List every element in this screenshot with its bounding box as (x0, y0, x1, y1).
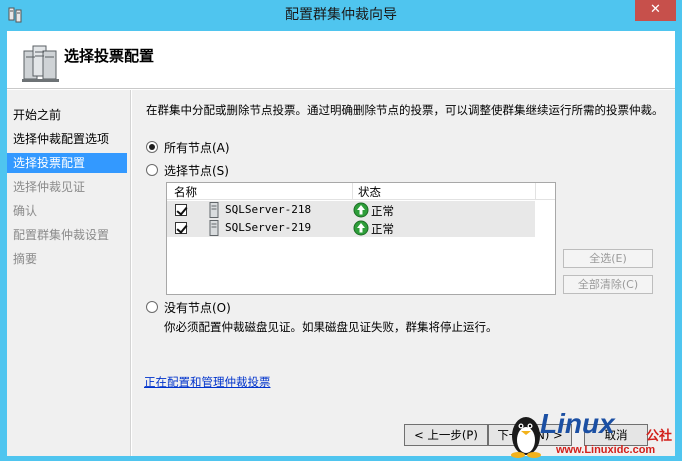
window-frame-left (0, 31, 7, 461)
step-select-quorum-option[interactable]: 选择仲裁配置选项 (7, 129, 127, 149)
column-divider (352, 183, 353, 200)
clear-all-button[interactable]: 全部清除(C) (563, 275, 653, 294)
back-button[interactable]: < 上一步(P) (404, 424, 488, 446)
page-title: 选择投票配置 (64, 47, 155, 65)
table-row[interactable]: SQLServer-218 正常 (167, 201, 535, 219)
watermark-url: www.Linuxidc.com (556, 444, 656, 456)
no-nodes-radio[interactable] (146, 301, 158, 313)
server-icon (209, 220, 219, 236)
cluster-servers-icon (22, 45, 59, 82)
window-frame-right (675, 31, 682, 461)
node-checkbox[interactable] (175, 222, 187, 234)
step-before-you-begin[interactable]: 开始之前 (7, 105, 127, 125)
witness-warning-text: 你必须配置仲裁磁盘见证。如果磁盘见证失败，群集将停止运行。 (164, 320, 498, 334)
server-icon (209, 202, 219, 218)
step-summary: 摘要 (13, 252, 38, 266)
column-name[interactable]: 名称 (174, 184, 197, 200)
select-nodes-label[interactable]: 选择节点(S) (164, 162, 229, 179)
select-all-button[interactable]: 全选(E) (563, 249, 653, 268)
description-text: 在群集中分配或删除节点投票。通过明确删除节点的投票，可以调整使群集继续运行所需的… (146, 103, 664, 117)
node-status: 正常 (371, 222, 394, 236)
status-up-icon (353, 202, 369, 218)
node-checkbox[interactable] (175, 204, 187, 216)
all-nodes-label[interactable]: 所有节点(A) (164, 139, 230, 156)
node-list-header: 名称 状态 (167, 183, 555, 200)
no-nodes-label[interactable]: 没有节点(O) (164, 299, 231, 316)
title-bar: 配置群集仲裁向导 ✕ (0, 0, 682, 31)
window-title: 配置群集仲裁向导 (285, 7, 397, 23)
step-configure-quorum-settings: 配置群集仲裁设置 (13, 228, 110, 242)
all-nodes-radio[interactable] (146, 141, 158, 153)
help-link[interactable]: 正在配置和管理仲裁投票 (144, 374, 271, 390)
step-select-quorum-witness: 选择仲裁见证 (13, 180, 86, 194)
wizard-steps-sidebar: 开始之前 选择仲裁配置选项 选择投票配置 选择仲裁见证 确认 配置群集仲裁设置 … (7, 90, 131, 456)
node-name: SQLServer-218 (225, 203, 312, 216)
step-select-voting-config[interactable]: 选择投票配置 (7, 153, 127, 173)
watermark-brand: Linux (540, 408, 615, 439)
select-nodes-radio[interactable] (146, 164, 158, 176)
watermark-suffix: 公社 (646, 429, 673, 444)
node-status: 正常 (371, 204, 394, 218)
node-list: 名称 状态 SQLServer-218 正常 SQLServer-219 正常 (166, 182, 556, 295)
wizard-content: 在群集中分配或删除节点投票。通过明确删除节点的投票，可以调整使群集继续运行所需的… (132, 90, 675, 456)
node-name: SQLServer-219 (225, 221, 312, 234)
table-row[interactable]: SQLServer-219 正常 (167, 219, 535, 237)
step-confirmation: 确认 (13, 204, 38, 218)
close-button[interactable]: ✕ (635, 0, 676, 21)
status-up-icon (353, 220, 369, 236)
wizard-header: 选择投票配置 (7, 31, 675, 89)
column-divider (535, 183, 536, 200)
column-status[interactable]: 状态 (358, 184, 381, 200)
